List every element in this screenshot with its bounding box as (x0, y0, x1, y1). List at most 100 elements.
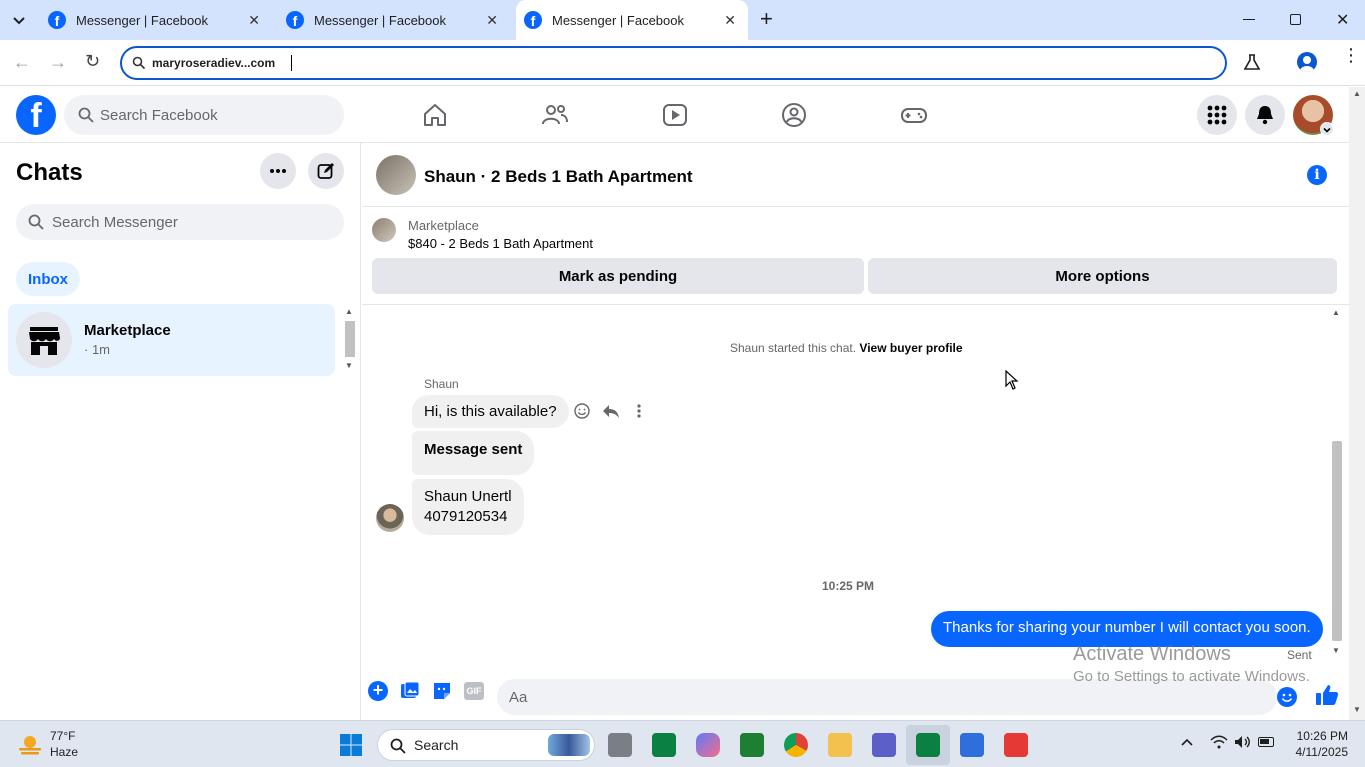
outgoing-message-bubble[interactable]: Thanks for sharing your number I will co… (931, 611, 1323, 647)
search-placeholder: Search Messenger (52, 213, 178, 231)
conversation-scrollbar[interactable]: ▲ ▼ (1329, 308, 1343, 660)
facebook-logo[interactable]: f (16, 95, 56, 135)
address-bar[interactable]: maryroseradiev...com (120, 46, 1227, 80)
chat-list-item[interactable]: Marketplace · 1m (8, 304, 335, 376)
conversation-pane: Shaun · 2 Beds 1 Bath Apartment i Market… (362, 143, 1349, 720)
account-chevron-down-icon[interactable] (1320, 122, 1334, 136)
message-status: Sent (1287, 648, 1312, 662)
react-smiley-icon[interactable] (574, 403, 590, 424)
search-highlight-icon (548, 734, 590, 756)
storefront-icon (29, 327, 60, 355)
weather-widget[interactable]: 77°F Haze (16, 727, 126, 763)
thumbs-up-icon[interactable] (1315, 683, 1339, 712)
close-window-icon[interactable]: ✕ (1336, 10, 1349, 30)
page-scrollbar[interactable]: ▲ ▼ (1349, 87, 1365, 720)
new-message-button[interactable] (308, 153, 344, 189)
browser-tab-1[interactable]: f Messenger | Facebook ✕ (40, 0, 272, 40)
close-tab-icon[interactable]: ✕ (724, 12, 736, 29)
video-icon[interactable] (661, 101, 689, 129)
labs-flask-icon[interactable] (1243, 53, 1261, 71)
groups-icon[interactable] (780, 101, 808, 129)
add-more-icon[interactable]: + (368, 681, 388, 701)
taskbar-date[interactable]: 4/11/2025 (1286, 745, 1349, 759)
search-icon (390, 738, 406, 754)
browser-tab-3-active[interactable]: f Messenger | Facebook ✕ (516, 0, 748, 40)
profile-icon[interactable] (1297, 52, 1317, 72)
message-bubble[interactable]: Message sent (412, 431, 535, 475)
back-icon[interactable]: ← (13, 52, 31, 73)
conversation-header: Shaun · 2 Beds 1 Bath Apartment i (362, 143, 1349, 207)
contact-name: Shaun Unertl (424, 488, 512, 505)
chat-options-button[interactable] (260, 153, 296, 189)
listing-detail[interactable]: $840 - 2 Beds 1 Bath Apartment (408, 236, 593, 251)
listing-avatar[interactable] (376, 155, 416, 195)
sender-name: Shaun (424, 377, 459, 391)
photos-icon[interactable] (960, 733, 984, 757)
file-explorer-icon[interactable] (828, 733, 852, 757)
teams-icon[interactable] (872, 733, 896, 757)
marketplace-avatar (16, 312, 72, 368)
close-tab-icon[interactable]: ✕ (486, 12, 498, 29)
tab-search-dropdown-icon[interactable] (10, 11, 28, 29)
browser-tab-2[interactable]: f Messenger | Facebook ✕ (278, 0, 510, 40)
sender-avatar[interactable] (376, 504, 404, 532)
message-placeholder: Aa (509, 688, 528, 706)
chat-name: Marketplace (84, 322, 171, 339)
chat-list-scrollbar[interactable]: ▲ ▼ (343, 307, 357, 373)
message-more-icon[interactable] (637, 403, 641, 424)
forward-icon[interactable]: → (49, 52, 67, 73)
taskbar-search-input[interactable]: Search (377, 729, 595, 761)
app-icon-active[interactable] (916, 733, 940, 757)
browser-menu-icon[interactable]: ⋮ (1342, 46, 1360, 64)
facebook-search-input[interactable]: Search Facebook (64, 95, 344, 135)
timestamp: 10:25 PM (822, 579, 875, 593)
battery-icon[interactable] (1258, 737, 1274, 747)
weather-temp: 77°F (50, 729, 76, 743)
chat-time: · 1m (84, 342, 110, 357)
messenger-search-input[interactable]: Search Messenger (16, 204, 344, 240)
scroll-thumb[interactable] (1332, 441, 1342, 641)
listing-label: Marketplace (408, 218, 479, 233)
browser-toolbar: ← → ↻ maryroseradiev...com ⋮ (0, 40, 1365, 86)
menu-grid-button[interactable] (1197, 95, 1237, 135)
sticker-icon[interactable] (432, 681, 452, 706)
view-buyer-profile-link[interactable]: View buyer profile (859, 341, 962, 355)
reply-icon[interactable] (602, 403, 620, 424)
gaming-icon[interactable] (900, 101, 928, 129)
listing-thumbnail[interactable] (372, 218, 396, 242)
compose-icon (317, 163, 334, 179)
spreadsheet-icon[interactable] (740, 733, 764, 757)
show-hidden-icons-icon[interactable] (1180, 735, 1194, 754)
info-icon[interactable]: i (1307, 165, 1327, 185)
taskbar-time[interactable]: 10:26 PM (1296, 729, 1348, 743)
more-options-button[interactable]: More options (868, 258, 1337, 294)
mark-as-pending-button[interactable]: Mark as pending (372, 258, 864, 294)
chrome-icon[interactable] (784, 733, 808, 757)
address-text: maryroseradiev...com (152, 56, 276, 70)
reload-icon[interactable]: ↻ (85, 51, 100, 72)
volume-icon[interactable] (1234, 735, 1252, 754)
wifi-icon[interactable] (1210, 735, 1228, 754)
maximize-window-icon[interactable] (1290, 14, 1301, 25)
tab-title: Messenger | Facebook (76, 12, 208, 28)
conversation-title[interactable]: Shaun · 2 Beds 1 Bath Apartment (424, 167, 693, 187)
copilot-icon[interactable] (696, 733, 720, 757)
activate-windows-subtitle: Go to Settings to activate Windows. (1073, 668, 1310, 685)
notifications-button[interactable] (1245, 95, 1285, 135)
minimize-window-icon[interactable] (1243, 19, 1255, 20)
start-windows-icon[interactable] (339, 733, 363, 762)
contact-message-bubble[interactable]: Shaun Unertl 4079120534 (412, 479, 524, 535)
new-tab-button[interactable]: + (760, 6, 773, 32)
emoji-icon[interactable] (1277, 687, 1297, 707)
task-view-icon[interactable] (608, 733, 632, 757)
app-icon-red[interactable] (1004, 733, 1028, 757)
system-note-text: Shaun started this chat. (730, 341, 857, 355)
app-icon-1[interactable] (652, 733, 676, 757)
message-bubble[interactable]: Hi, is this available? (412, 395, 569, 428)
gif-icon[interactable]: GIF (464, 682, 484, 700)
close-tab-icon[interactable]: ✕ (248, 12, 260, 29)
friends-icon[interactable] (541, 101, 569, 129)
inbox-filter-tab[interactable]: Inbox (16, 262, 80, 296)
home-icon[interactable] (421, 101, 449, 129)
attach-photo-icon[interactable] (400, 681, 420, 706)
